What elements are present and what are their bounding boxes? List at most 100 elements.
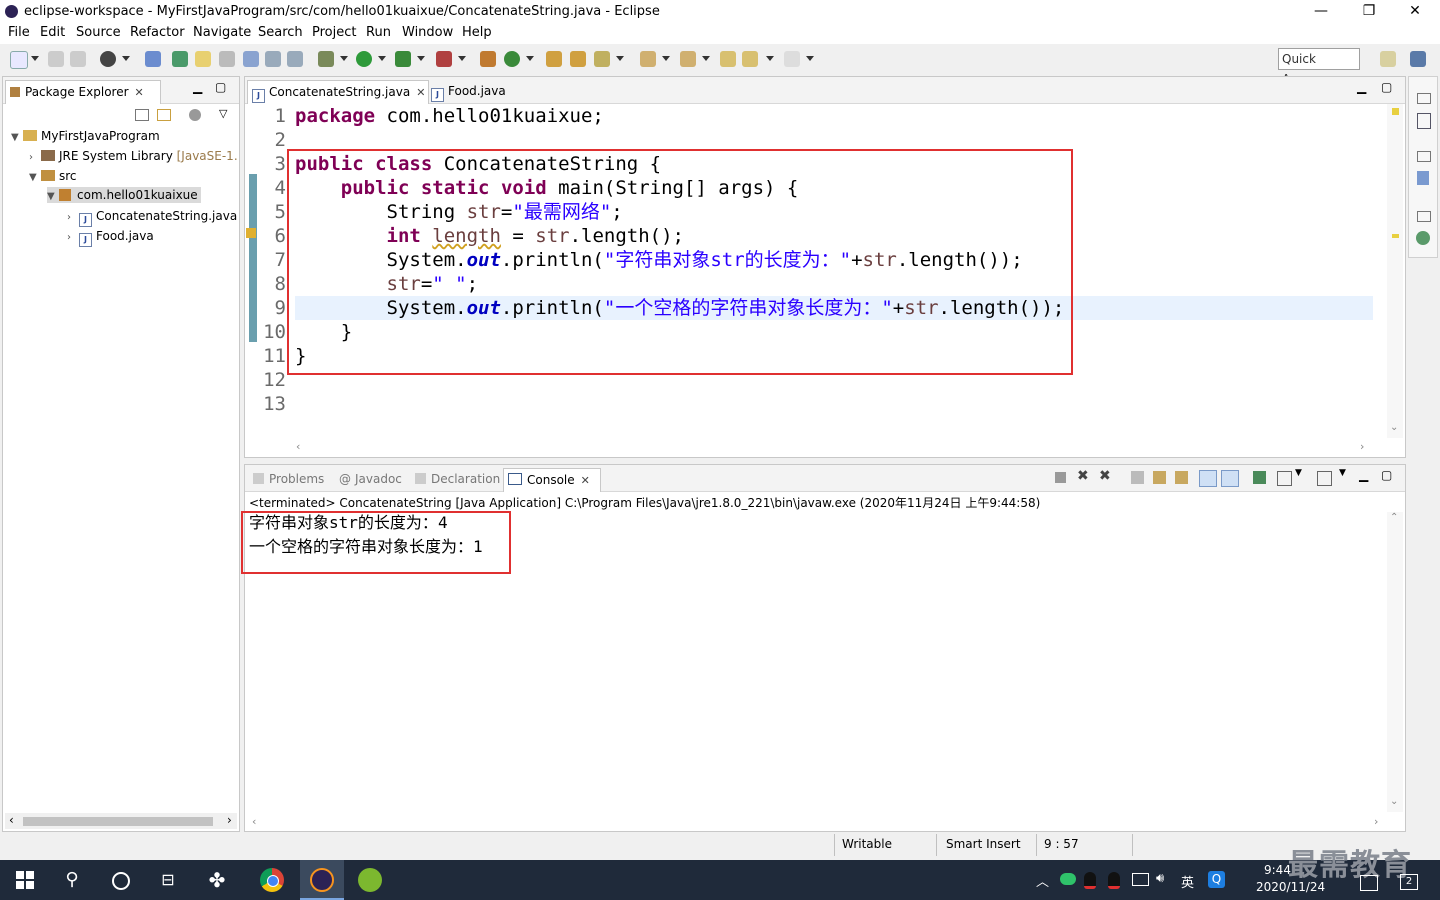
tree-item-file[interactable]: › J Food.java	[67, 229, 154, 247]
console-vertical-scrollbar[interactable]: ⌃ ⌄	[1387, 512, 1403, 812]
run-icon[interactable]	[356, 51, 372, 67]
close-icon[interactable]: ✕	[581, 474, 590, 487]
warning-marker-icon[interactable]	[1392, 108, 1399, 115]
run-dropdown-icon[interactable]	[378, 56, 386, 61]
menu-edit[interactable]: Edit	[40, 25, 65, 40]
close-icon[interactable]: ✕	[416, 86, 425, 99]
minimize-view-icon[interactable]: ▁	[1357, 80, 1366, 94]
scroll-right-icon[interactable]: ›	[1360, 440, 1364, 453]
search-icon[interactable]: ⚲	[60, 868, 84, 892]
volume-icon[interactable]: 🔊︎	[1156, 871, 1164, 886]
new-icon[interactable]	[10, 51, 28, 69]
back-dropdown-icon[interactable]	[766, 56, 774, 61]
tab-food[interactable]: J Food.java	[427, 80, 521, 103]
prev-annotation-dropdown-icon[interactable]	[702, 56, 710, 61]
warning-marker-icon[interactable]	[1392, 234, 1399, 238]
user-dropdown-icon[interactable]	[122, 56, 130, 61]
scroll-thumb[interactable]	[23, 817, 213, 826]
whitespace-icon[interactable]	[287, 51, 303, 67]
open-folder-icon[interactable]	[546, 51, 562, 67]
search-dropdown-icon[interactable]	[616, 56, 624, 61]
app-icon[interactable]	[358, 868, 382, 892]
remove-all-icon[interactable]: ✖	[1099, 468, 1111, 484]
forward-dropdown-icon[interactable]	[806, 56, 814, 61]
chevron-down-icon[interactable]: ▼	[1295, 468, 1302, 478]
tab-package-explorer[interactable]: Package Explorer ✕	[5, 80, 161, 104]
wechat-icon[interactable]	[1060, 873, 1076, 885]
scroll-right-icon[interactable]: ›	[227, 813, 232, 827]
tree-item-src[interactable]: ▼ src	[29, 169, 77, 183]
maximize-view-icon[interactable]: ▢	[1381, 80, 1392, 94]
qq-icon[interactable]	[1084, 872, 1096, 889]
maximize-view-icon[interactable]: ▢	[215, 80, 226, 94]
outline-view-icon[interactable]	[1417, 113, 1431, 129]
show-desktop-icon[interactable]	[1360, 875, 1378, 891]
restore-icon[interactable]	[1417, 151, 1431, 162]
new-class-icon[interactable]	[504, 51, 520, 67]
pin-console-icon[interactable]	[1253, 471, 1266, 484]
tab-declaration[interactable]: Declaration	[411, 468, 505, 491]
menu-run[interactable]: Run	[366, 25, 391, 40]
open-console-icon[interactable]	[1317, 471, 1332, 486]
code-line-1[interactable]: package com.hello01kuaixue;	[295, 104, 604, 128]
windows-start-icon[interactable]	[14, 868, 38, 892]
mark-occurrences-icon[interactable]	[195, 51, 211, 67]
java-perspective-icon[interactable]	[1410, 51, 1426, 67]
close-icon[interactable]: ✕	[135, 86, 144, 99]
notification-icon[interactable]: 2	[1400, 874, 1418, 890]
ime-indicator[interactable]: 英	[1181, 872, 1194, 891]
scroll-down-icon[interactable]: ⌄	[1390, 422, 1398, 433]
task-view-icon[interactable]: ⊟	[156, 868, 180, 892]
open-type-icon[interactable]	[172, 51, 188, 67]
scroll-left-icon[interactable]: ‹	[296, 440, 300, 453]
menu-refactor[interactable]: Refactor	[130, 25, 185, 40]
user-icon[interactable]	[100, 51, 116, 67]
chevron-right-icon[interactable]: ›	[29, 152, 41, 163]
block-selection-icon[interactable]	[265, 51, 281, 67]
tree-item-jre[interactable]: › JRE System Library [JavaSE-1.	[29, 149, 238, 163]
chrome-icon[interactable]	[260, 868, 284, 892]
save-icon[interactable]	[48, 51, 64, 67]
next-annotation-dropdown-icon[interactable]	[662, 56, 670, 61]
back-icon[interactable]	[742, 51, 758, 67]
clock-time[interactable]: 9:44	[1264, 863, 1291, 877]
show-stderr-icon[interactable]	[1221, 470, 1239, 487]
remove-launch-icon[interactable]: ✖	[1077, 468, 1089, 484]
scroll-lock-icon[interactable]	[1153, 471, 1166, 484]
app-icon[interactable]: ✤	[205, 868, 229, 892]
search-icon[interactable]	[594, 51, 610, 67]
horizontal-scrollbar[interactable]: ‹ ›	[5, 813, 237, 829]
tree-item-package[interactable]: ▼ com.hello01kuaixue	[47, 187, 201, 203]
terminate-icon[interactable]	[1055, 472, 1066, 483]
scroll-right-icon[interactable]: ›	[1374, 815, 1378, 828]
eclipse-taskbar-button[interactable]	[300, 860, 344, 900]
coverage-icon[interactable]	[395, 51, 411, 67]
external-tools-icon[interactable]	[436, 51, 452, 67]
open-perspective-icon[interactable]	[1380, 51, 1396, 67]
skip-breakpoints-icon[interactable]	[145, 51, 161, 67]
debug-icon[interactable]	[318, 51, 334, 67]
chevron-right-icon[interactable]: ›	[67, 212, 79, 223]
menu-project[interactable]: Project	[312, 25, 356, 40]
tab-console[interactable]: Console ✕	[503, 468, 601, 492]
tree-item-file[interactable]: › J ConcatenateString.java	[67, 209, 237, 227]
task-list-icon[interactable]	[1417, 171, 1429, 185]
prev-annotation-icon[interactable]	[680, 51, 696, 67]
scroll-left-icon[interactable]: ‹	[9, 813, 14, 827]
chevron-down-icon[interactable]: ▼	[1339, 468, 1346, 478]
tencent-icon[interactable]: Q	[1208, 871, 1225, 888]
menu-help[interactable]: Help	[462, 25, 492, 40]
menu-navigate[interactable]: Navigate	[193, 25, 251, 40]
maximize-view-icon[interactable]: ▢	[1381, 468, 1392, 482]
menu-file[interactable]: File	[8, 25, 30, 40]
editor-vertical-scrollbar[interactable]: ⌄	[1387, 104, 1403, 438]
link-with-editor-icon[interactable]	[157, 109, 171, 121]
close-button[interactable]: ✕	[1392, 0, 1438, 24]
external-tools-dropdown-icon[interactable]	[458, 56, 466, 61]
console-horizontal-scrollbar[interactable]: ‹ ›	[250, 815, 1388, 830]
minimize-view-icon[interactable]: ▁	[193, 80, 202, 94]
tree-item-project[interactable]: ▼ MyFirstJavaProgram	[11, 129, 160, 143]
view-menu-icon[interactable]: ▽	[219, 107, 227, 120]
maximize-button[interactable]: ❐	[1346, 0, 1392, 24]
chevron-down-icon[interactable]: ▼	[47, 191, 59, 202]
